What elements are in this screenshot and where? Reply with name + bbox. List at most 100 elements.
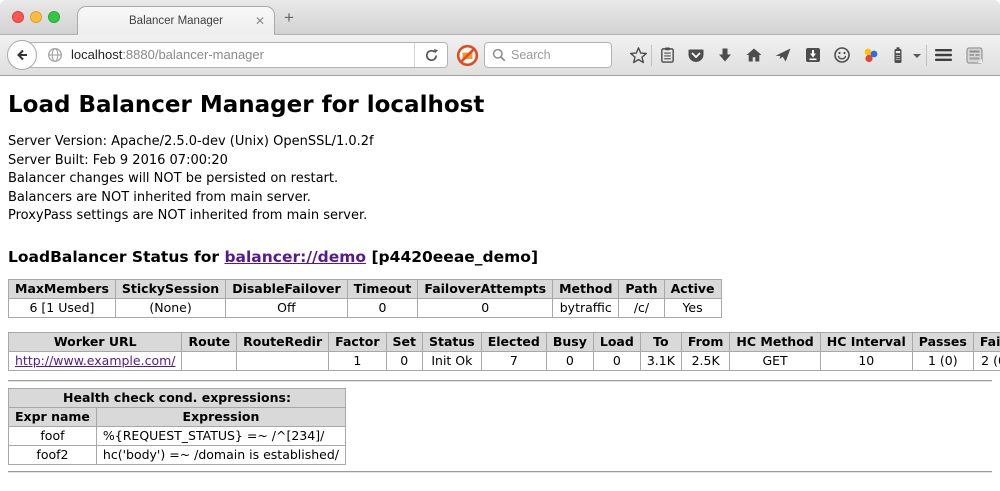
proxypass-notice-line: ProxyPass settings are NOT inherited fro… xyxy=(8,207,992,226)
col-expression: Expression xyxy=(96,407,345,426)
clipboard-button[interactable] xyxy=(657,45,677,65)
col-busy: Busy xyxy=(546,332,593,351)
table-header-row: Expr name Expression xyxy=(9,407,346,426)
menu-button[interactable] xyxy=(933,45,953,65)
new-tab-button[interactable]: + xyxy=(284,8,294,28)
health-check-table: Health check cond. expressions: Expr nam… xyxy=(8,388,346,465)
back-arrow-icon xyxy=(14,47,30,63)
worker-url-link[interactable]: http://www.example.com/ xyxy=(15,353,175,368)
col-worker-url: Worker URL xyxy=(9,332,182,351)
col-status: Status xyxy=(423,332,482,351)
cell-hc-method: GET xyxy=(730,351,820,370)
plugin-blocked-button[interactable] xyxy=(456,44,479,67)
cell-expression: %{REQUEST_STATUS} =~ /^[234]/ xyxy=(96,426,345,445)
plugin-blocked-icon xyxy=(456,44,479,67)
hamburger-menu-icon xyxy=(934,47,953,63)
cell-routeredir xyxy=(237,351,329,370)
cell-to: 3.1K xyxy=(640,351,681,370)
cell-expr-name: foof2 xyxy=(9,445,97,464)
col-routeredir: RouteRedir xyxy=(237,332,329,351)
loadbalancer-status-heading: LoadBalancer Status for balancer://demo … xyxy=(8,248,992,266)
cell-expr-name: foof xyxy=(9,426,97,445)
url-path: :8880/balancer-manager xyxy=(122,47,264,62)
cell-path: /c/ xyxy=(619,298,664,317)
minimize-window-button[interactable] xyxy=(30,11,42,23)
smiley-icon xyxy=(833,46,851,64)
reload-icon xyxy=(424,48,439,63)
cell-passes: 1 (0) xyxy=(912,351,973,370)
chevron-down-icon[interactable] xyxy=(913,54,921,58)
col-hc-method: HC Method xyxy=(730,332,820,351)
balancer-settings-table: MaxMembers StickySession DisableFailover… xyxy=(8,279,722,318)
col-method: Method xyxy=(553,279,619,298)
smiley-extension-button[interactable] xyxy=(832,45,852,65)
url-text[interactable]: localhost:8880/balancer-manager xyxy=(71,43,264,67)
status-prefix: LoadBalancer Status for xyxy=(8,248,224,266)
persist-notice-line: Balancer changes will NOT be persisted o… xyxy=(8,170,992,189)
send-plane-icon xyxy=(774,46,792,64)
browser-window: Balancer Manager ✕ + localhost:8880/bala… xyxy=(0,0,1000,491)
table-row: 6 [1 Used] (None) Off 0 0 bytraffic /c/ … xyxy=(9,298,722,317)
cell-stickysession: (None) xyxy=(115,298,225,317)
status-suffix: [p4420eeae_demo] xyxy=(366,248,538,266)
page-grid-icon xyxy=(965,46,984,65)
col-hc-interval: HC Interval xyxy=(820,332,912,351)
col-route: Route xyxy=(182,332,237,351)
worker-row: http://www.example.com/ 1 0 Init Ok 7 0 … xyxy=(9,351,1000,370)
table-row: foof2 hc('body') =~ /domain is establish… xyxy=(9,445,346,464)
url-bar[interactable]: localhost:8880/balancer-manager xyxy=(22,42,448,68)
pocket-button[interactable] xyxy=(686,45,706,65)
table-header-row: Worker URL Route RouteRedir Factor Set S… xyxy=(9,332,1000,351)
col-fails: Fails xyxy=(973,332,1000,351)
server-info: Server Version: Apache/2.5.0-dev (Unix) … xyxy=(8,133,992,226)
server-version-line: Server Version: Apache/2.5.0-dev (Unix) … xyxy=(8,133,992,152)
bookmark-star-button[interactable] xyxy=(628,45,648,65)
page-extension-button[interactable] xyxy=(964,45,984,65)
download-arrow-icon xyxy=(716,46,734,64)
clipboard-icon xyxy=(659,46,676,64)
health-table-title: Health check cond. expressions: xyxy=(9,388,346,407)
col-failoverattempts: FailoverAttempts xyxy=(418,279,553,298)
col-path: Path xyxy=(619,279,664,298)
col-stickysession: StickySession xyxy=(115,279,225,298)
server-built-line: Server Built: Feb 9 2016 07:00:20 xyxy=(8,152,992,171)
cell-load: 0 xyxy=(593,351,640,370)
cell-route xyxy=(182,351,237,370)
cell-from: 2.5K xyxy=(681,351,730,370)
col-from: From xyxy=(681,332,730,351)
url-host: localhost xyxy=(71,47,122,62)
col-set: Set xyxy=(386,332,422,351)
col-to: To xyxy=(640,332,681,351)
home-button[interactable] xyxy=(744,45,764,65)
downloads-button[interactable] xyxy=(715,45,735,65)
battery-extension-button[interactable] xyxy=(888,45,908,65)
bottom-divider xyxy=(8,471,992,473)
tab-balancer-manager[interactable]: Balancer Manager ✕ xyxy=(77,6,275,36)
close-tab-icon[interactable]: ✕ xyxy=(255,13,265,29)
balancer-demo-link[interactable]: balancer://demo xyxy=(224,248,366,266)
search-bar[interactable] xyxy=(484,42,612,68)
reload-button[interactable] xyxy=(414,43,447,67)
save-box-icon xyxy=(804,46,822,64)
section-divider xyxy=(8,380,992,382)
col-passes: Passes xyxy=(912,332,973,351)
col-load: Load xyxy=(593,332,640,351)
cell-hc-interval: 10 xyxy=(820,351,912,370)
save-to-box-button[interactable] xyxy=(803,45,823,65)
cell-expression: hc('body') =~ /domain is established/ xyxy=(96,445,345,464)
send-tab-button[interactable] xyxy=(773,45,793,65)
col-disablefailover: DisableFailover xyxy=(226,279,347,298)
cell-status: Init Ok xyxy=(423,351,482,370)
globe-icon xyxy=(47,47,63,63)
table-header-row: MaxMembers StickySession DisableFailover… xyxy=(9,279,722,298)
close-window-button[interactable] xyxy=(12,11,24,23)
back-button[interactable] xyxy=(7,40,37,70)
toolbar-separator xyxy=(926,45,927,66)
cell-maxmembers: 6 [1 Used] xyxy=(9,298,116,317)
zoom-window-button[interactable] xyxy=(48,11,60,23)
battery-icon xyxy=(889,46,907,65)
colored-dots-extension-button[interactable] xyxy=(860,45,880,65)
cell-timeout: 0 xyxy=(347,298,418,317)
cell-set: 0 xyxy=(386,351,422,370)
search-input[interactable] xyxy=(511,45,607,65)
